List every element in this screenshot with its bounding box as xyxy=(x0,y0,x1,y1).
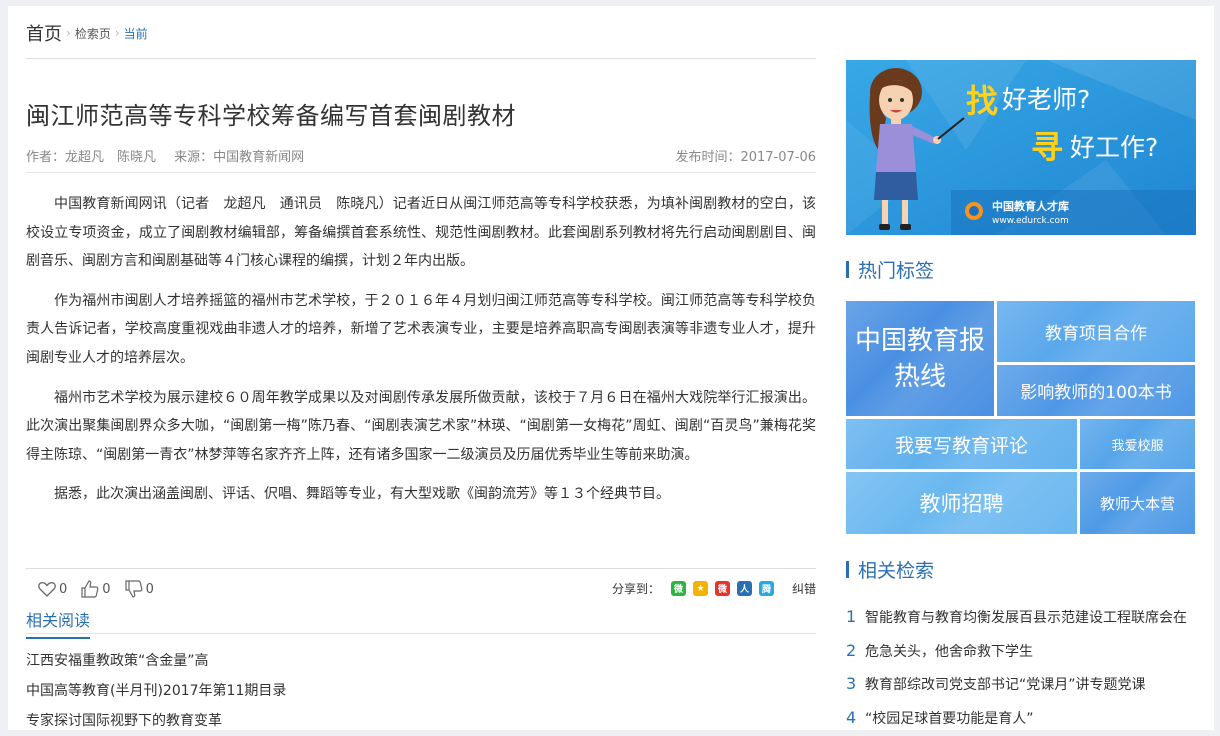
related-search-title: 相关检索 xyxy=(858,560,935,582)
ad-banner[interactable]: 找 好老师? 寻 好工作? 中国教育人才库 www.edurck.com xyxy=(846,60,1196,235)
related-search-list: 1 智能教育与教育均衡发展百县示范建设工程联席会在 2 危急关头，他舍命救下学生 3… xyxy=(846,601,1187,735)
article-paragraph: 福州市艺术学校为展示建校６０周年教学成果以及对闽剧传承发展所做贡献，该校于７月６… xyxy=(26,389,816,463)
banner-find-char: 找 xyxy=(966,82,998,120)
related-search-item[interactable]: 3 教育部综改司党支部书记“党课月”讲专题党课 xyxy=(846,668,1187,702)
tag-teacher-camp[interactable]: 教师大本营 xyxy=(1080,472,1195,534)
article-author: 作者：龙超凡 陈晓凡 xyxy=(26,150,157,165)
item-text: “校园足球首要功能是育人” xyxy=(865,710,1034,727)
related-search-heading: 相关检索 xyxy=(846,556,934,583)
thumbs-up-button[interactable]: 0 xyxy=(81,580,111,598)
divider xyxy=(26,633,816,634)
item-number: 1 xyxy=(846,607,857,626)
weibo-icon[interactable]: 微 xyxy=(715,581,731,596)
like-count: 0 xyxy=(59,581,68,597)
breadcrumb-current: 当前 xyxy=(123,26,148,41)
tag-education-hotline[interactable]: 中国教育报热线 xyxy=(846,301,994,416)
tab-related-reading[interactable]: 相关阅读 xyxy=(26,607,91,639)
page: 首页 › 检索页 › 当前 闽江师范高等专科学校筹备编写首套闽剧教材 作者：龙超… xyxy=(8,6,1214,730)
related-search-item[interactable]: 1 智能教育与教育均衡发展百县示范建设工程联席会在 xyxy=(846,601,1187,635)
article-date: 发布时间：2017-07-06 xyxy=(675,150,816,165)
section-marker xyxy=(846,261,849,278)
hot-tags-grid: 中国教育报热线 教育项目合作 影响教师的100本书 我要写教育评论 我爱校服 教… xyxy=(846,301,1196,534)
related-reading-list: 江西安福重教政策“含金量”高 中国高等教育(半月刊)2017年第11期目录 专家… xyxy=(26,646,286,736)
related-reading-item[interactable]: 中国高等教育(半月刊)2017年第11期目录 xyxy=(26,676,286,706)
thumbs-down-button[interactable]: 0 xyxy=(124,580,154,598)
article-body: 中国教育新闻网讯（记者 龙超凡 通讯员 陈晓凡）记者近日从闽江师范高等专科学校获… xyxy=(26,190,816,520)
banner-logo-name: 中国教育人才库 xyxy=(992,199,1069,213)
article-paragraph: 作为福州市闽剧人才培养摇篮的福州市艺术学校，于２０１６年４月划归闽江师范高等专科… xyxy=(26,292,816,366)
article-paragraph: 据悉，此次演出涵盖闽剧、评话、伬唱、舞蹈等专业，有大型戏歌《闽韵流芳》等１３个经… xyxy=(54,486,670,503)
article-title: 闽江师范高等专科学校筹备编写首套闽剧教材 xyxy=(26,102,516,130)
banner-line2: 好工作? xyxy=(1070,133,1158,162)
tag-school-uniform[interactable]: 我爱校服 xyxy=(1080,419,1195,469)
tag-teacher-recruit[interactable]: 教师招聘 xyxy=(846,472,1077,534)
item-number: 3 xyxy=(846,674,857,693)
thumbs-down-count: 0 xyxy=(145,581,154,597)
item-number: 2 xyxy=(846,640,857,660)
item-text: 危急关头，他舍命救下学生 xyxy=(865,643,1033,660)
breadcrumb-search-link[interactable]: 检索页 xyxy=(75,25,111,42)
breadcrumb: 首页 › 检索页 › 当前 xyxy=(26,20,148,46)
tag-project-cooperation[interactable]: 教育项目合作 xyxy=(997,301,1195,362)
thumbs-up-count: 0 xyxy=(102,581,111,597)
tag-write-commentary[interactable]: 我要写教育评论 xyxy=(846,419,1077,469)
breadcrumb-home-link[interactable]: 首页 xyxy=(26,20,62,46)
tag-100-books[interactable]: 影响教师的100本书 xyxy=(997,365,1195,416)
item-number: 4 xyxy=(846,707,857,727)
divider xyxy=(26,172,816,173)
article-paragraph: 中国教育新闻网讯（记者 龙超凡 通讯员 陈晓凡）记者近日从闽江师范高等专科学校获… xyxy=(26,196,816,270)
share-label: 分享到： xyxy=(612,582,661,596)
banner-logo-url: www.edurck.com xyxy=(992,216,1069,226)
banner-line1: 好老师? xyxy=(1002,85,1090,114)
thumbs-up-icon xyxy=(81,580,99,598)
chevron-right-icon: › xyxy=(66,26,71,40)
chevron-right-icon: › xyxy=(114,26,120,40)
report-error-link[interactable]: 纠错 xyxy=(792,580,816,597)
related-reading-item[interactable]: 江西安福重教政策“含金量”高 xyxy=(26,646,286,676)
like-button[interactable]: 0 xyxy=(38,581,67,597)
wechat-icon[interactable]: 微 xyxy=(671,581,687,596)
related-reading-item[interactable]: 专家探讨国际视野下的教育变革 xyxy=(26,706,286,736)
share-bar: 分享到： 微 ★ 微 人 腾 xyxy=(612,580,775,597)
qzone-icon[interactable]: ★ xyxy=(693,581,709,596)
item-text: 教育部综改司党支部书记“党课月”讲专题党课 xyxy=(865,677,1146,693)
banner-graphic: 找 好老师? 寻 好工作? 中国教育人才库 www.edurck.com xyxy=(846,60,1196,235)
divider xyxy=(26,58,816,59)
divider xyxy=(26,568,816,569)
article-meta: 作者：龙超凡 陈晓凡 来源：中国教育新闻网 xyxy=(26,146,318,165)
thumbs-down-icon xyxy=(124,580,142,598)
heart-icon xyxy=(38,582,56,597)
related-search-item[interactable]: 2 危急关头，他舍命救下学生 xyxy=(846,635,1187,669)
renren-icon[interactable]: 人 xyxy=(737,581,753,596)
banner-seek-char: 寻 xyxy=(1031,128,1063,166)
tencent-weibo-icon[interactable]: 腾 xyxy=(759,581,775,596)
article-actions: 0 0 0 xyxy=(38,580,168,598)
item-text: 智能教育与教育均衡发展百县示范建设工程联席会在 xyxy=(865,610,1187,626)
article-source: 来源：中国教育新闻网 xyxy=(174,150,305,165)
section-marker xyxy=(846,561,849,578)
hot-tags-heading: 热门标签 xyxy=(846,256,934,283)
hot-tags-title: 热门标签 xyxy=(858,260,935,282)
